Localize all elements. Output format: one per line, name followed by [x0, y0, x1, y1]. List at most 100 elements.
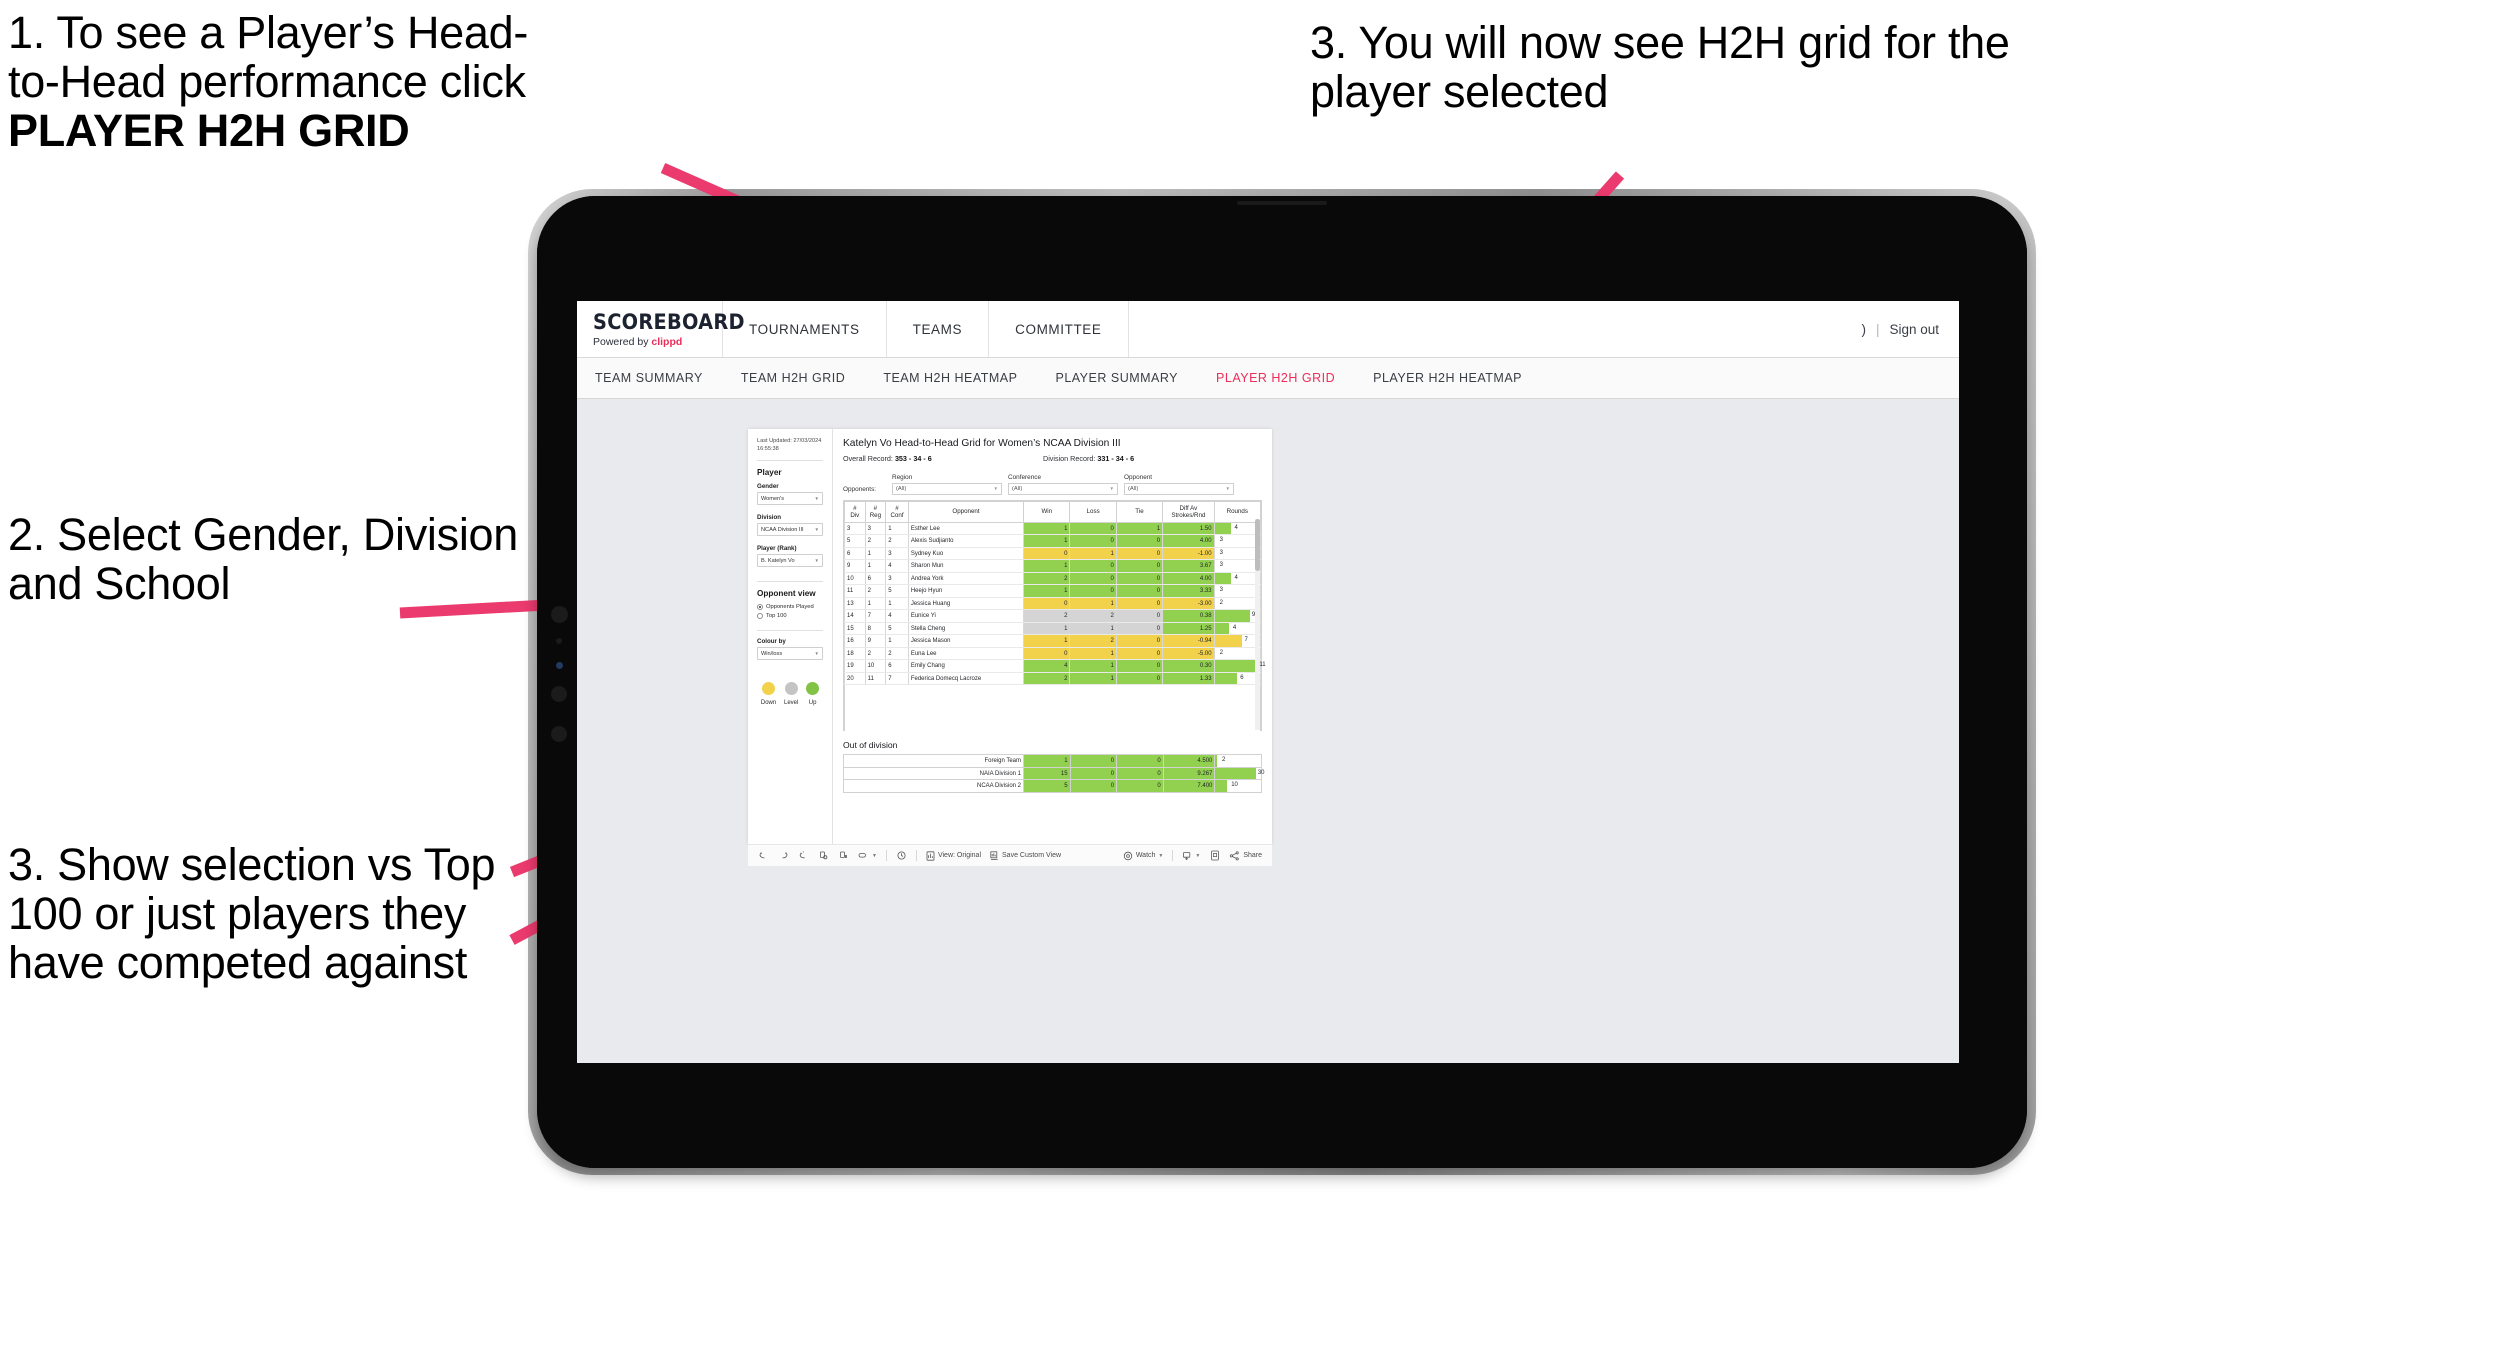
- save-custom-view-button[interactable]: Save Custom View: [990, 850, 1061, 861]
- viz-toolbar: ▼ View: Original Save Custom View Watch ▼…: [748, 844, 1272, 866]
- col-opponent[interactable]: Opponent: [907, 500, 1025, 523]
- overall-record-label: Overall Record:: [843, 454, 893, 463]
- cell-win: 1: [1023, 634, 1071, 648]
- top-speaker: [1237, 201, 1327, 205]
- cell-reg: 11: [864, 672, 887, 686]
- cell-opponent: Sharon Mun: [907, 559, 1025, 573]
- col-win[interactable]: Win: [1023, 500, 1071, 523]
- radio-top-100[interactable]: Top 100: [757, 613, 823, 620]
- out-of-division-row[interactable]: NAIA Division 1 15 0 0 9.267 30: [842, 766, 1265, 781]
- col-reg[interactable]: # Reg: [864, 500, 887, 523]
- table-row[interactable]: 19 10 6 Emily Chang 4 1 0 0.30 11: [844, 659, 1266, 673]
- top-nav-tournaments[interactable]: TOURNAMENTS: [723, 301, 887, 357]
- col-diff-l1: Diff Av: [1179, 504, 1198, 512]
- fullscreen-icon[interactable]: [1209, 850, 1220, 861]
- header-right-actions: ) | Sign out: [1861, 322, 1959, 337]
- table-row[interactable]: 9 1 4 Sharon Mun 1 0 0 3.67 3: [844, 559, 1262, 573]
- out-of-division-row[interactable]: NCAA Division 2 5 0 0 7.400 10: [842, 779, 1262, 793]
- table-row[interactable]: 10 6 3 Andrea York 2 0 0 4.00 4: [844, 572, 1262, 586]
- cell-win: 5: [1023, 779, 1071, 793]
- h2h-grid-table-wrapper: # Div # Reg # Conf Opponent Win Loss Tie Di…: [843, 499, 1266, 732]
- radio-opponents-played[interactable]: Opponents Played: [757, 604, 823, 611]
- chevron-down-icon: ▼: [1195, 852, 1201, 859]
- divider-2: [757, 581, 823, 583]
- sub-nav-team-summary[interactable]: TEAM SUMMARY: [595, 371, 703, 385]
- cell-tie: 0: [1115, 597, 1164, 611]
- annotation-step-2: 2. Select Gender, Division and School: [8, 509, 518, 610]
- undo-icon[interactable]: [758, 850, 769, 861]
- col-loss[interactable]: Loss: [1069, 500, 1117, 523]
- sub-nav-team-h2h-heatmap[interactable]: TEAM H2H HEATMAP: [883, 371, 1017, 385]
- cell-tie: 0: [1116, 779, 1164, 793]
- table-row[interactable]: 14 7 4 Eunice Yi 2 2 0 0.38 9: [844, 609, 1262, 623]
- table-row[interactable]: 13 1 1 Jessica Huang 0 1 0 -3.00 2: [844, 597, 1262, 611]
- top-nav-committee[interactable]: COMMITTEE: [989, 301, 1129, 357]
- revert-icon[interactable]: [798, 850, 809, 861]
- filter-region-select[interactable]: (All) ▼: [892, 482, 1002, 495]
- col-reg-l1: #: [873, 504, 878, 512]
- brand-logo[interactable]: SCOREBOARD Powered by clippd: [577, 301, 745, 357]
- filter-conference-select[interactable]: (All) ▼: [1008, 482, 1118, 495]
- sub-nav-player-h2h-grid[interactable]: PLAYER H2H GRID: [1216, 371, 1335, 385]
- table-row[interactable]: 11 2 5 Heejo Hyun 1 0 0 3.33 3: [844, 584, 1262, 598]
- cell-div: 13: [844, 597, 866, 611]
- colour-by-select[interactable]: Win/loss ▼: [757, 647, 823, 661]
- cell-reg: 9: [864, 634, 887, 648]
- sign-out-link[interactable]: Sign out: [1889, 322, 1939, 337]
- table-row[interactable]: 16 9 1 Jessica Mason 1 2 0 -0.94 7: [844, 634, 1262, 648]
- cell-tie: 0: [1115, 634, 1164, 648]
- cell-loss: 0: [1069, 559, 1117, 573]
- chevron-down-icon: ▼: [872, 852, 877, 859]
- table-row[interactable]: 3 3 1 Esther Lee 1 0 1 1.50 4: [844, 522, 1262, 536]
- col-div[interactable]: # Div: [844, 500, 866, 523]
- table-row[interactable]: 18 2 2 Euna Lee 0 1 0 -5.00 2: [844, 647, 1262, 661]
- table-row[interactable]: 20 11 7 Federica Domecq Lacroze 2 1 0 1.33 6: [844, 672, 1262, 686]
- share-button[interactable]: Share: [1229, 850, 1262, 861]
- watch-button[interactable]: Watch ▼: [1123, 851, 1163, 861]
- sub-nav-team-h2h-grid[interactable]: TEAM H2H GRID: [741, 371, 845, 385]
- annotation-step-3-right: 3. You will now see H2H grid for the pla…: [1310, 17, 2010, 118]
- cell-win: 4: [1023, 659, 1071, 673]
- sub-nav-player-summary[interactable]: PLAYER SUMMARY: [1055, 371, 1178, 385]
- user-menu-glyph[interactable]: ): [1861, 322, 1866, 337]
- table-row[interactable]: 5 2 2 Alexis Sudjianto 1 0 0 4.00 3: [844, 534, 1262, 548]
- download-icon[interactable]: ▼: [1182, 851, 1200, 861]
- col-conf[interactable]: # Conf: [885, 500, 909, 523]
- top-nav-teams[interactable]: TEAMS: [887, 301, 990, 357]
- view-original-button[interactable]: View: Original: [926, 850, 981, 861]
- legend-item-down: Down: [761, 682, 776, 706]
- cell-rounds: 3: [1213, 534, 1262, 548]
- division-label: Division: [757, 514, 782, 522]
- out-of-division-row[interactable]: Foreign Team 1 0 0 4.500 2: [842, 754, 1262, 768]
- division-select[interactable]: NCAA Division III ▼: [757, 523, 823, 537]
- gender-select[interactable]: Women's ▼: [757, 492, 823, 506]
- cell-conf: 5: [885, 584, 909, 598]
- col-rounds[interactable]: Rounds: [1213, 500, 1262, 523]
- table-row[interactable]: 6 1 3 Sydney Kuo 0 1 0 -1.00 3: [844, 547, 1262, 561]
- pause-updates-icon[interactable]: [838, 850, 849, 861]
- table-row[interactable]: 15 8 5 Stella Cheng 1 1 0 1.25 4: [844, 622, 1262, 636]
- rounds-value: 3: [1219, 587, 1223, 594]
- cell-loss: 1: [1069, 672, 1117, 686]
- player-rank-select[interactable]: B. Katelyn Vo ▼: [757, 554, 823, 568]
- last-updated: Last Updated: 27/03/2024 16:55:38: [757, 438, 823, 453]
- cell-tie: 0: [1115, 584, 1164, 598]
- rounds-value: 2: [1219, 599, 1223, 606]
- refresh-data-icon[interactable]: [818, 850, 829, 861]
- cell-diff: 0.38: [1162, 609, 1215, 623]
- sub-nav-player-h2h-heatmap[interactable]: PLAYER H2H HEATMAP: [1373, 371, 1522, 385]
- redo-icon[interactable]: [778, 850, 789, 861]
- cell-rounds: 4: [1213, 572, 1262, 586]
- grid-scrollbar[interactable]: [1255, 518, 1260, 571]
- col-reg-l2: Reg: [869, 511, 882, 519]
- cell-reg: 8: [864, 622, 887, 636]
- col-tie[interactable]: Tie: [1115, 500, 1164, 523]
- alert-icon[interactable]: [896, 850, 907, 861]
- cell-reg: 2: [864, 584, 887, 598]
- filter-opponent-select[interactable]: (All) ▼: [1124, 482, 1234, 495]
- h2h-grid-card: Last Updated: 27/03/2024 16:55:38 Player…: [748, 429, 1272, 844]
- view-toggle-icon[interactable]: ▼: [858, 851, 877, 860]
- cell-conf: 7: [885, 672, 909, 686]
- col-diff[interactable]: Diff Av Strokes/Rnd: [1162, 500, 1215, 523]
- cell-rounds: 2: [1213, 647, 1262, 661]
